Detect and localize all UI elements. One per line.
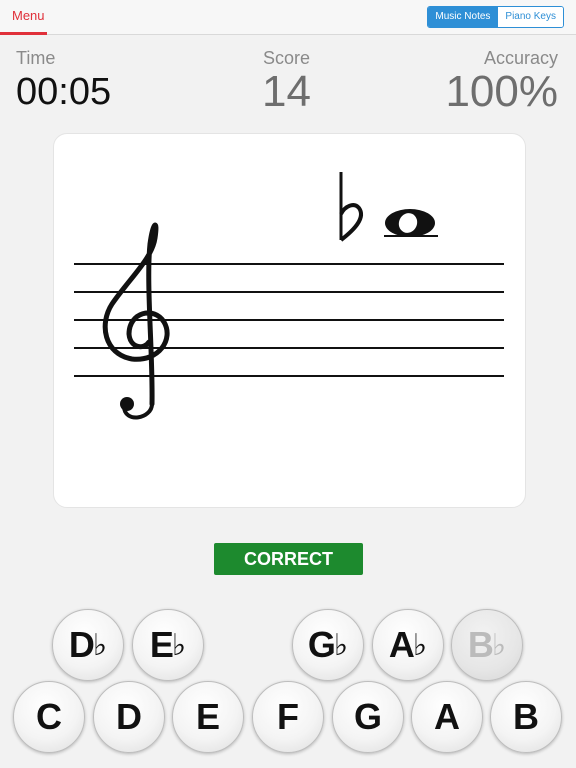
- key-d[interactable]: D: [93, 681, 165, 753]
- accuracy-stat: Accuracy 100%: [445, 48, 558, 117]
- flat-icon: ♭: [92, 628, 108, 662]
- time-value: 00:05: [16, 71, 112, 113]
- key-a[interactable]: A: [411, 681, 483, 753]
- staff-card: [53, 133, 526, 508]
- top-bar: Menu Music Notes Piano Keys: [0, 0, 576, 35]
- flat-sign-icon: [339, 172, 363, 242]
- score-stat: Score 14: [262, 48, 311, 117]
- key-f[interactable]: F: [252, 681, 324, 753]
- score-label: Score: [262, 48, 310, 68]
- key-letter: G: [307, 624, 336, 665]
- key-letter: A: [388, 624, 415, 665]
- flat-icon: ♭: [491, 628, 507, 662]
- key-d-flat[interactable]: D ♭: [52, 609, 124, 681]
- mode-segmented-control: Music Notes Piano Keys: [427, 6, 564, 28]
- key-b[interactable]: B: [490, 681, 562, 753]
- clef-dot: [120, 397, 134, 411]
- key-letter: B: [467, 624, 494, 665]
- key-g[interactable]: G: [332, 681, 404, 753]
- accuracy-label: Accuracy: [483, 48, 558, 68]
- key-e-flat[interactable]: E ♭: [132, 609, 204, 681]
- flat-icon: ♭: [333, 628, 349, 662]
- time-label: Time: [16, 48, 56, 68]
- key-b-flat[interactable]: B ♭: [451, 609, 523, 681]
- key-a-flat[interactable]: A ♭: [372, 609, 444, 681]
- whole-note-icon: [385, 209, 435, 237]
- key-g-flat[interactable]: G ♭: [292, 609, 364, 681]
- music-staff: [74, 172, 504, 420]
- piano-keys-tab[interactable]: Piano Keys: [497, 7, 563, 27]
- accuracy-value: 100%: [445, 67, 558, 116]
- key-letter: E: [149, 624, 174, 665]
- time-stat: Time 00:05: [16, 48, 111, 114]
- flat-icon: ♭: [171, 628, 187, 662]
- menu-underline: [0, 32, 47, 35]
- menu-button[interactable]: Menu: [12, 8, 45, 23]
- music-notes-tab[interactable]: Music Notes: [428, 7, 498, 27]
- key-c[interactable]: C: [13, 681, 85, 753]
- flat-icon: ♭: [412, 628, 428, 662]
- key-letter: D: [68, 624, 95, 665]
- score-value: 14: [262, 67, 311, 116]
- key-e[interactable]: E: [172, 681, 244, 753]
- correct-feedback-banner: CORRECT: [214, 543, 363, 575]
- treble-clef-icon: [102, 222, 170, 420]
